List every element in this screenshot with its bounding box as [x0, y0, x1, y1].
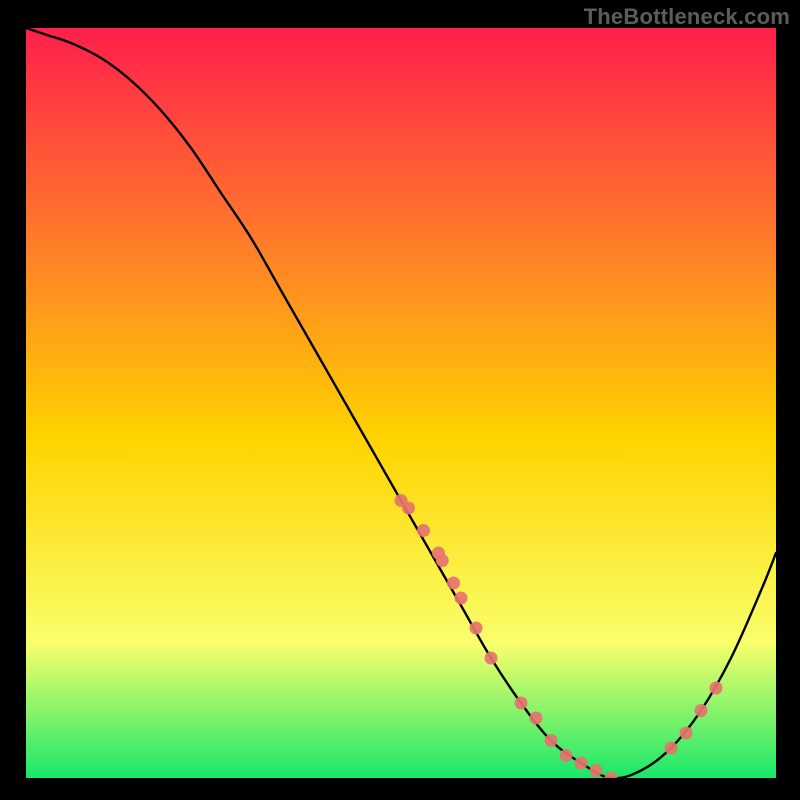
marker-dot	[470, 622, 483, 635]
marker-dot	[515, 697, 528, 710]
marker-dot	[417, 524, 430, 537]
marker-dot	[590, 764, 603, 777]
marker-dot	[530, 712, 543, 725]
marker-dot	[402, 502, 415, 515]
gradient-background	[26, 28, 776, 778]
marker-dot	[485, 652, 498, 665]
bottleneck-chart	[26, 28, 776, 778]
plot-area	[26, 28, 776, 778]
marker-dot	[695, 704, 708, 717]
marker-dot	[545, 734, 558, 747]
marker-dot	[680, 727, 693, 740]
marker-dot	[455, 592, 468, 605]
marker-dot	[575, 757, 588, 770]
marker-dot	[436, 554, 449, 567]
watermark-text: TheBottleneck.com	[584, 4, 790, 30]
marker-dot	[710, 682, 723, 695]
marker-dot	[560, 749, 573, 762]
chart-stage: TheBottleneck.com	[0, 0, 800, 800]
marker-dot	[447, 577, 460, 590]
marker-dot	[665, 742, 678, 755]
